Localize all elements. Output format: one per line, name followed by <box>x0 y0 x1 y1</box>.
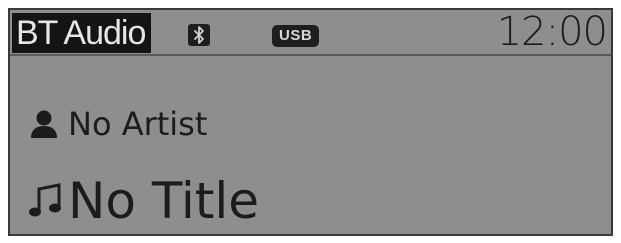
artist-name: No Artist <box>68 105 208 143</box>
usb-badge: USB <box>272 25 320 47</box>
title-row: No Title <box>28 168 259 234</box>
track-title: No Title <box>68 172 260 230</box>
source-label: BT Audio <box>12 13 152 53</box>
clock: 12:00 <box>496 9 608 55</box>
status-bar: BT Audio USB 12:00 <box>10 10 611 56</box>
person-icon <box>30 109 58 139</box>
audio-display-screen: BT Audio USB 12:00 No Artist No Title <box>8 8 613 236</box>
artist-row: No Artist <box>30 102 207 146</box>
music-note-icon <box>28 181 62 221</box>
bluetooth-icon <box>188 24 210 46</box>
